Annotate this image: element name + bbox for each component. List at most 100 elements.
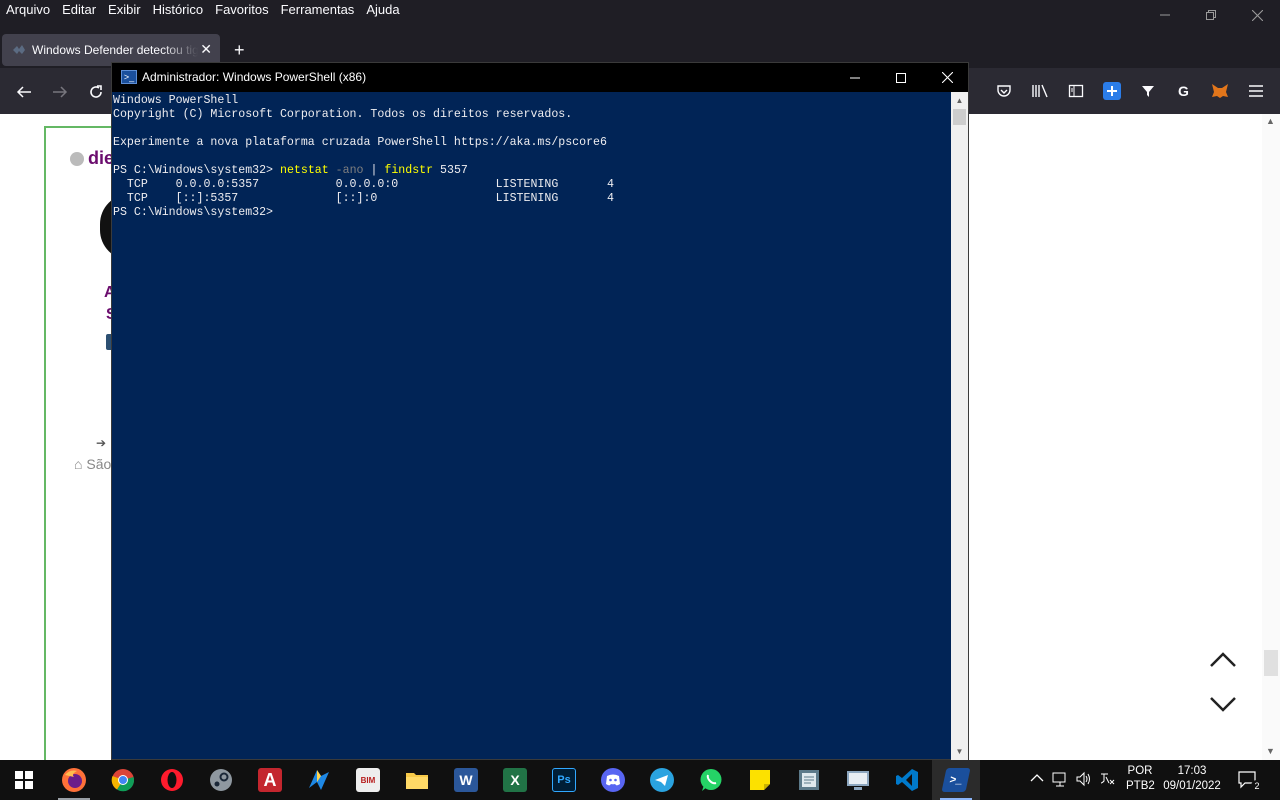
folder-icon	[406, 773, 428, 789]
scrollbar-down-arrow-icon[interactable]: ▼	[1266, 746, 1275, 756]
menu-ferramentas[interactable]: Ferramentas	[281, 2, 355, 18]
argument-ano: -ano	[335, 164, 364, 177]
taskbar-notepad[interactable]	[785, 760, 833, 800]
grammarly-icon[interactable]: G	[1174, 81, 1194, 101]
clock[interactable]: 17:03 09/01/2022	[1160, 765, 1224, 792]
page-scrollbar[interactable]: ▲ ▼	[1262, 114, 1280, 760]
console-line: Windows PowerShell	[113, 94, 239, 107]
taskbar-discord[interactable]	[589, 760, 637, 800]
restore-icon[interactable]	[1188, 0, 1234, 30]
word-icon: W	[454, 768, 478, 792]
sign-in-icon[interactable]: ➔	[96, 436, 106, 450]
input-indicator-icon[interactable]	[1099, 771, 1117, 790]
svg-text:G: G	[1178, 83, 1189, 99]
volume-icon[interactable]	[1075, 771, 1093, 790]
taskbar-opera[interactable]	[148, 760, 196, 800]
taskbar-excel[interactable]: X	[491, 760, 539, 800]
pocket-icon[interactable]	[994, 81, 1014, 101]
metamask-icon[interactable]	[1210, 81, 1230, 101]
command-findstr: findstr	[384, 164, 434, 177]
extension-filter-icon[interactable]	[1138, 81, 1158, 101]
pipe-operator: |	[363, 164, 385, 177]
taskbar-file-explorer[interactable]	[393, 760, 441, 800]
whatsapp-icon	[700, 769, 722, 791]
scroll-down-icon[interactable]	[1208, 692, 1238, 716]
site-favicon-icon	[13, 45, 25, 54]
maps-icon	[309, 770, 329, 790]
taskbar-sticky-notes[interactable]	[736, 760, 784, 800]
taskbar-control-panel[interactable]	[834, 760, 882, 800]
menu-items: Arquivo Editar Exibir Histórico Favorito…	[6, 2, 400, 18]
taskbar-steam[interactable]	[197, 760, 245, 800]
scrollbar-thumb[interactable]	[953, 109, 966, 125]
back-icon[interactable]	[12, 80, 36, 104]
scrollbar-thumb[interactable]	[1264, 650, 1278, 676]
taskbar-maps[interactable]	[295, 760, 343, 800]
scroll-up-arrow-icon[interactable]: ▲	[951, 92, 968, 109]
location-text: ⌂ São	[74, 456, 111, 472]
excel-icon: X	[503, 768, 527, 792]
powershell-icon: >_	[941, 768, 971, 792]
clock-date: 09/01/2022	[1163, 780, 1221, 792]
firefox-menubar: Arquivo Editar Exibir Histórico Favorito…	[0, 0, 1280, 32]
powershell-window[interactable]: >_ Administrador: Windows PowerShell (x8…	[111, 62, 969, 760]
taskbar-word[interactable]: W	[442, 760, 490, 800]
menu-editar[interactable]: Editar	[62, 2, 96, 18]
sidebar-icon[interactable]	[1066, 81, 1086, 101]
extension-blue-icon[interactable]	[1102, 81, 1122, 101]
argument-port: 5357	[433, 164, 468, 177]
new-tab-button[interactable]: +	[234, 40, 245, 61]
reload-icon[interactable]	[84, 80, 108, 104]
taskbar-bim-sight[interactable]: BIM	[344, 760, 392, 800]
netstat-result-row: TCP 0.0.0.0:5357 0.0.0.0:0 LISTENING 4	[113, 178, 614, 191]
language-indicator[interactable]: POR PTB2	[1126, 765, 1155, 792]
maximize-icon[interactable]	[878, 63, 924, 92]
tray-overflow-icon[interactable]	[1030, 772, 1044, 786]
autocad-icon: A	[258, 768, 282, 792]
library-icon[interactable]	[1030, 81, 1050, 101]
taskbar-powershell[interactable]: >_	[932, 760, 980, 800]
netstat-result-row: TCP [::]:5357 [::]:0 LISTENING 4	[113, 192, 614, 205]
notepad-icon	[799, 770, 819, 790]
taskbar-photoshop[interactable]: Ps	[540, 760, 588, 800]
start-button[interactable]	[0, 760, 48, 800]
console-scrollbar[interactable]: ▲ ▼	[951, 92, 968, 760]
scroll-up-icon[interactable]	[1208, 648, 1238, 672]
menu-favoritos[interactable]: Favoritos	[215, 2, 268, 18]
taskbar-chrome[interactable]	[99, 760, 147, 800]
windows-logo-icon	[15, 771, 33, 789]
taskbar-whatsapp[interactable]	[687, 760, 735, 800]
menu-historico[interactable]: Histórico	[153, 2, 204, 18]
sticky-notes-icon	[750, 770, 770, 790]
discord-icon	[601, 768, 625, 792]
menu-exibir[interactable]: Exibir	[108, 2, 141, 18]
network-icon[interactable]	[1052, 772, 1070, 791]
taskbar-firefox[interactable]	[50, 760, 98, 800]
minimize-icon[interactable]	[1142, 0, 1188, 30]
close-icon[interactable]	[1234, 0, 1280, 30]
close-icon[interactable]	[924, 63, 970, 92]
taskbar-vscode[interactable]	[883, 760, 931, 800]
minimize-icon[interactable]	[832, 63, 878, 92]
vscode-icon	[896, 769, 918, 791]
tab-close-icon[interactable]: ✕	[200, 41, 212, 58]
home-icon: ⌂	[74, 456, 87, 472]
console-output[interactable]: Windows PowerShell Copyright (C) Microsof…	[112, 92, 952, 760]
windows-taskbar: A BIM W X Ps >_ POR PTB2 17:03 09/01/202…	[0, 760, 1280, 800]
firefox-icon	[62, 768, 86, 792]
telegram-icon	[650, 768, 674, 792]
scroll-down-arrow-icon[interactable]: ▼	[951, 743, 968, 760]
forward-icon[interactable]	[48, 80, 72, 104]
menu-ajuda[interactable]: Ajuda	[366, 2, 399, 18]
powershell-titlebar[interactable]: >_ Administrador: Windows PowerShell (x8…	[112, 63, 968, 92]
command-netstat: netstat	[279, 164, 329, 177]
scrollbar-up-arrow-icon[interactable]: ▲	[1266, 116, 1275, 126]
steam-icon	[210, 769, 232, 791]
menu-arquivo[interactable]: Arquivo	[6, 2, 50, 18]
clock-time: 17:03	[1177, 765, 1207, 777]
taskbar-autocad[interactable]: A	[246, 760, 294, 800]
taskbar-telegram[interactable]	[638, 760, 686, 800]
app-menu-icon[interactable]	[1246, 81, 1266, 101]
